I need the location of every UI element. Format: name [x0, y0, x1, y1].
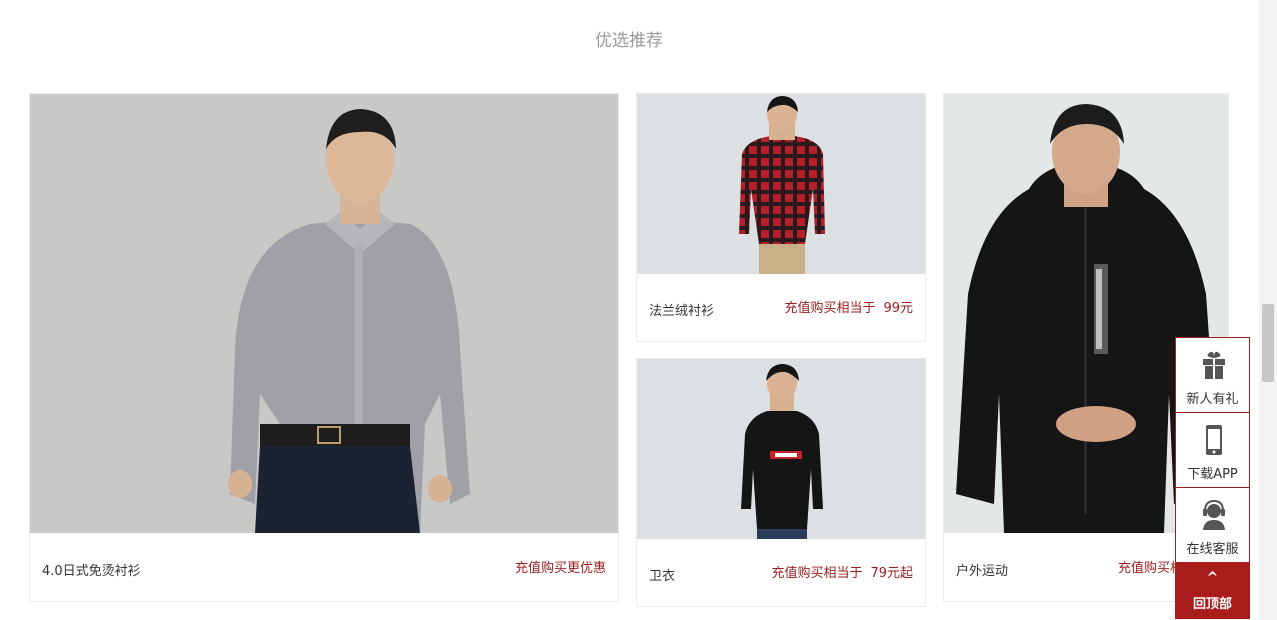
- product-card-shirt[interactable]: 4.0日式免烫衬衫 充值购买更优惠: [29, 93, 619, 602]
- product-promo-hoodie[interactable]: 充值购买相当于 79元起: [771, 562, 913, 581]
- product-card-hoodie[interactable]: 卫衣 充值购买相当于 79元起: [636, 358, 926, 607]
- online-service-button[interactable]: 在线客服: [1175, 487, 1250, 563]
- promo-text: 充值购买相当于: [784, 301, 876, 316]
- promo-price: 99元: [883, 301, 913, 316]
- scrollbar-thumb[interactable]: [1262, 304, 1274, 382]
- phone-icon: [1206, 425, 1222, 455]
- product-image-shirt[interactable]: [30, 94, 618, 533]
- product-name-flannel[interactable]: 法兰绒衬衫: [649, 300, 714, 319]
- service-label: 在线客服: [1186, 542, 1239, 557]
- caret-up-icon: ^: [1206, 570, 1219, 586]
- product-name-shirt[interactable]: 4.0日式免烫衬衫: [42, 560, 141, 579]
- product-name-outdoor[interactable]: 户外运动: [956, 560, 1008, 579]
- product-image-hoodie[interactable]: [637, 359, 925, 539]
- new-user-gift-button[interactable]: 新人有礼: [1175, 337, 1250, 413]
- gift-label: 新人有礼: [1186, 392, 1239, 407]
- floating-sidebar: 新人有礼 下载APP 在线客服 ^ 回顶部: [1175, 337, 1250, 619]
- gift-icon: [1203, 351, 1225, 379]
- promo-price: 79元起: [870, 566, 913, 581]
- product-name-hoodie[interactable]: 卫衣: [649, 565, 675, 584]
- promo-text: 充值购买更优惠: [514, 561, 606, 576]
- product-promo-shirt[interactable]: 充值购买更优惠: [515, 557, 606, 576]
- promo-text: 充值购买相当于: [771, 566, 863, 581]
- product-promo-flannel[interactable]: 充值购买相当于 99元: [784, 297, 913, 316]
- customer-service-icon: [1203, 499, 1225, 530]
- back-to-top-label: 回顶部: [1192, 597, 1232, 612]
- product-card-flannel[interactable]: 法兰绒衬衫 充值购买相当于 99元: [636, 93, 926, 342]
- download-app-button[interactable]: 下载APP: [1175, 412, 1250, 488]
- app-label: 下载APP: [1187, 467, 1238, 482]
- section-title: 优选推荐: [595, 31, 663, 51]
- product-image-flannel[interactable]: [637, 94, 925, 274]
- back-to-top-button[interactable]: ^ 回顶部: [1175, 562, 1250, 619]
